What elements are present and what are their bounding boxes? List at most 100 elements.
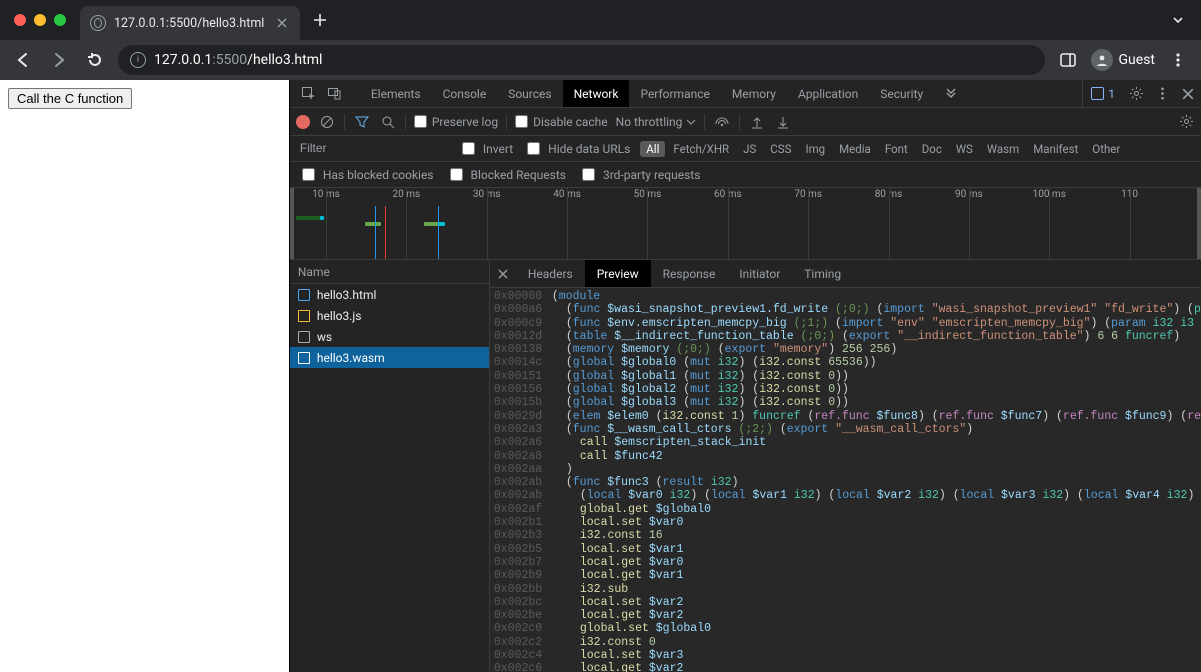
- minimize-window-button[interactable]: [34, 14, 46, 26]
- filter-chip-fetchxhr[interactable]: Fetch/XHR: [667, 141, 735, 157]
- devtools-tab-network[interactable]: Network: [563, 80, 630, 107]
- reload-button[interactable]: [82, 47, 108, 73]
- devtools-tab-strip: ElementsConsoleSourcesNetworkPerformance…: [290, 80, 1201, 108]
- invert-checkbox[interactable]: Invert: [458, 139, 513, 158]
- html-file-icon: [298, 289, 310, 301]
- code-line: 0x002c0global.set $global0: [494, 622, 1201, 635]
- code-line: 0x000c9(func $env.emscripten_memcpy_big …: [494, 317, 1201, 330]
- filter-chip-manifest[interactable]: Manifest: [1027, 141, 1084, 157]
- filter-chip-wasm[interactable]: Wasm: [981, 141, 1025, 157]
- device-toolbar-button[interactable]: [322, 80, 348, 107]
- filter-chip-doc[interactable]: Doc: [916, 141, 948, 157]
- filter-chip-js[interactable]: JS: [737, 141, 762, 157]
- filter-chip-all[interactable]: All: [640, 141, 665, 157]
- clear-button[interactable]: [318, 113, 336, 131]
- url-text: 127.0.0.1:5500/hello3.html: [154, 52, 322, 68]
- back-button[interactable]: [10, 47, 36, 73]
- more-tabs-button[interactable]: [938, 80, 964, 107]
- code-line: 0x002b5local.set $var1: [494, 543, 1201, 556]
- code-line: 0x00000(module: [494, 290, 1201, 303]
- close-tab-button[interactable]: [274, 15, 290, 31]
- devtools-tab-console[interactable]: Console: [432, 80, 498, 107]
- filter-chip-css[interactable]: CSS: [764, 141, 797, 157]
- devtools-tab-security[interactable]: Security: [869, 80, 934, 107]
- request-row[interactable]: hello3.html: [290, 284, 489, 305]
- devtools-tab-performance[interactable]: Performance: [629, 80, 720, 107]
- devtools-settings-button[interactable]: [1123, 80, 1149, 107]
- issues-count: 1: [1108, 87, 1115, 101]
- blocked-cookies-checkbox[interactable]: Has blocked cookies: [298, 165, 434, 184]
- code-line: 0x002c2i32.const 0: [494, 636, 1201, 649]
- code-line: 0x002afglobal.get $global0: [494, 503, 1201, 516]
- preserve-log-checkbox[interactable]: Preserve log: [414, 115, 498, 129]
- third-party-checkbox[interactable]: 3rd-party requests: [578, 165, 700, 184]
- filter-row: Invert Hide data URLs AllFetch/XHRJSCSSI…: [290, 136, 1201, 162]
- globe-icon: [90, 15, 106, 31]
- export-har-button[interactable]: [774, 113, 792, 131]
- call-c-function-button[interactable]: Call the C function: [8, 88, 132, 109]
- throttling-select[interactable]: No throttling: [616, 115, 697, 129]
- filter-icon[interactable]: [353, 113, 371, 131]
- filter-chip-ws[interactable]: WS: [950, 141, 979, 157]
- network-timeline[interactable]: 10 ms20 ms30 ms40 ms50 ms60 ms70 ms80 ms…: [290, 188, 1201, 260]
- code-line: 0x000a6(func $wasi_snapshot_preview1.fd_…: [494, 303, 1201, 316]
- forward-button[interactable]: [46, 47, 72, 73]
- content-area: Call the C function ElementsConsoleSourc…: [0, 80, 1201, 672]
- chrome-menu-button[interactable]: [1165, 47, 1191, 73]
- issues-button[interactable]: 1: [1082, 80, 1123, 107]
- code-line: 0x002ab(func $func3 (result i32): [494, 476, 1201, 489]
- disable-cache-checkbox[interactable]: Disable cache: [515, 115, 608, 129]
- network-conditions-icon[interactable]: [713, 113, 731, 131]
- detail-tab-response[interactable]: Response: [651, 260, 728, 287]
- devtools-tab-application[interactable]: Application: [787, 80, 869, 107]
- code-line: 0x002belocal.get $var2: [494, 609, 1201, 622]
- omnibox[interactable]: i 127.0.0.1:5500/hello3.html: [118, 45, 1045, 75]
- code-line: 0x002bclocal.set $var2: [494, 596, 1201, 609]
- blocked-requests-checkbox[interactable]: Blocked Requests: [446, 165, 566, 184]
- request-list-header[interactable]: Name: [290, 260, 489, 284]
- filter-chip-media[interactable]: Media: [833, 141, 877, 157]
- close-window-button[interactable]: [14, 14, 26, 26]
- request-name: hello3.wasm: [317, 351, 385, 365]
- inspect-element-button[interactable]: [296, 80, 322, 107]
- filter-chip-font[interactable]: Font: [879, 141, 914, 157]
- type-filter-chips: AllFetch/XHRJSCSSImgMediaFontDocWSWasmMa…: [640, 141, 1126, 157]
- detail-tab-timing[interactable]: Timing: [792, 260, 853, 287]
- filter-chip-other[interactable]: Other: [1086, 141, 1126, 157]
- code-line: 0x002c4local.set $var3: [494, 649, 1201, 662]
- devtools-menu-button[interactable]: [1149, 80, 1175, 107]
- site-info-icon[interactable]: i: [130, 52, 146, 68]
- import-har-button[interactable]: [748, 113, 766, 131]
- request-row[interactable]: hello3.js: [290, 305, 489, 326]
- maximize-window-button[interactable]: [54, 14, 66, 26]
- devtools-tab-elements[interactable]: Elements: [360, 80, 432, 107]
- ws-file-icon: [298, 331, 310, 343]
- devtools-tab-memory[interactable]: Memory: [721, 80, 787, 107]
- detail-tab-initiator[interactable]: Initiator: [727, 260, 792, 287]
- tab-title: 127.0.0.1:5500/hello3.html: [114, 16, 264, 31]
- devtools-tab-sources[interactable]: Sources: [497, 80, 562, 107]
- browser-tab[interactable]: 127.0.0.1:5500/hello3.html: [80, 6, 300, 40]
- side-panel-button[interactable]: [1055, 47, 1081, 73]
- avatar-icon: [1091, 49, 1113, 71]
- request-row[interactable]: ws: [290, 326, 489, 347]
- record-button[interactable]: [296, 115, 310, 129]
- request-row[interactable]: hello3.wasm: [290, 347, 489, 368]
- details-close-button[interactable]: [490, 260, 516, 287]
- issues-icon: [1091, 87, 1104, 100]
- filter-chip-img[interactable]: Img: [799, 141, 831, 157]
- new-tab-button[interactable]: [306, 6, 334, 34]
- search-icon[interactable]: [379, 113, 397, 131]
- tabs-overflow-button[interactable]: [1163, 13, 1193, 27]
- code-line: 0x0029d(elem $elem0 (i32.const 1) funcre…: [494, 410, 1201, 423]
- devtools-close-button[interactable]: [1175, 80, 1201, 107]
- profile-button[interactable]: Guest: [1091, 49, 1155, 71]
- wasm-preview[interactable]: 0x00000(module0x000a6(func $wasi_snapsho…: [490, 288, 1201, 672]
- detail-tab-headers[interactable]: Headers: [516, 260, 585, 287]
- filter-input[interactable]: [298, 139, 448, 158]
- detail-tab-preview[interactable]: Preview: [585, 260, 651, 287]
- code-line: 0x00151(global $global1 (mut i32) (i32.c…: [494, 370, 1201, 383]
- hide-data-urls-checkbox[interactable]: Hide data URLs: [523, 139, 630, 158]
- code-line: 0x002b9local.get $var1: [494, 569, 1201, 582]
- network-settings-button[interactable]: [1177, 113, 1195, 131]
